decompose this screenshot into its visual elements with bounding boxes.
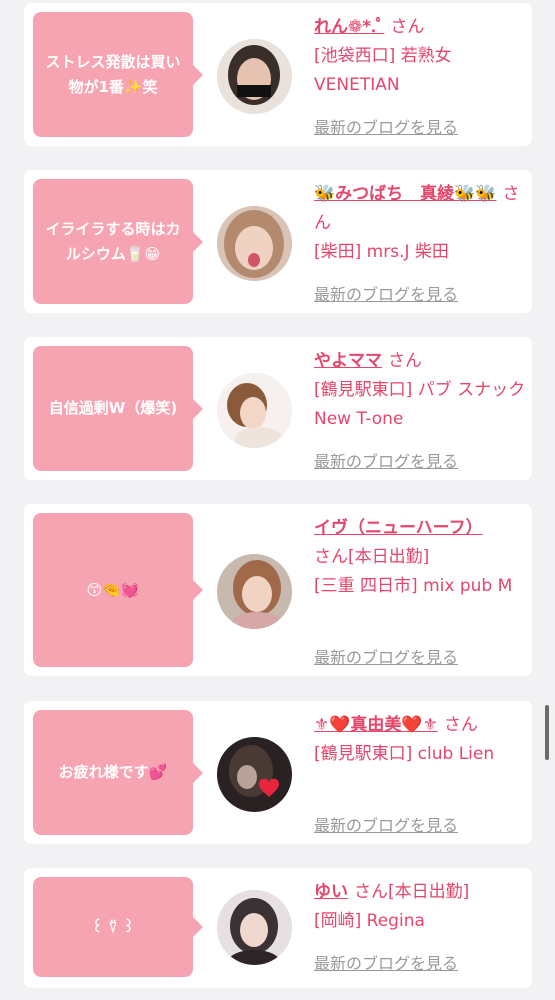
latest-blog-link[interactable]: 最新のブログを見る — [314, 644, 458, 668]
avatar-photo — [217, 890, 292, 965]
honorific: さん — [443, 715, 478, 735]
avatar-photo — [217, 373, 292, 448]
shop-name: [岡崎] Regina — [314, 911, 425, 931]
poster-name-link[interactable]: ⚜❤️真由美❤️⚜ — [314, 715, 438, 735]
poster-name-link[interactable]: ゆい — [314, 882, 348, 902]
post-message-bubble: イライラする時はカルシウム🥛😁 — [33, 179, 203, 304]
avatar-photo — [217, 206, 292, 281]
post-card: お疲れ様です💕 ⚜❤️真由美❤️⚜ さん [鶴見駅東口] club Lien 最新… — [24, 701, 532, 844]
avatar[interactable] — [217, 206, 292, 281]
post-card: 自信過剰W（爆笑) やよママ さん [鶴見駅東口] パブ スナック New T-o… — [24, 337, 532, 480]
shop-name: [柴田] mrs.J 柴田 — [314, 242, 449, 262]
post-info: ⚜❤️真由美❤️⚜ さん [鶴見駅東口] club Lien — [314, 711, 526, 769]
honorific: さん — [388, 351, 422, 371]
blog-feed: ストレス発散は買い物が1番✨笑 れん❁*.ﾟ さん [池袋西口] 若熟女VENET… — [0, 0, 555, 1000]
latest-blog-link[interactable]: 最新のブログを見る — [314, 950, 458, 974]
avatar[interactable] — [217, 737, 292, 812]
post-card: 😙🤏💓 イヴ（ニューハーフ） さん[本日出勤] [三重 四日市] mix pub… — [24, 504, 532, 676]
shop-name: [三重 四日市] mix pub M — [314, 576, 513, 596]
post-message-bubble: ストレス発散は買い物が1番✨笑 — [33, 12, 203, 137]
post-card: ꒰ ⍢ ꒱ ゆい さん[本日出勤] [岡崎] Regina 最新のブログを見る — [24, 868, 532, 988]
latest-blog-link[interactable]: 最新のブログを見る — [314, 812, 458, 836]
shop-name: [鶴見駅東口] パブ スナック New T-one — [314, 380, 526, 429]
shop-name: [鶴見駅東口] club Lien — [314, 744, 495, 764]
honorific: さん — [390, 17, 425, 37]
latest-blog-link[interactable]: 最新のブログを見る — [314, 448, 458, 472]
scrollbar-thumb[interactable] — [545, 705, 549, 760]
poster-name-link[interactable]: れん❁*.ﾟ — [314, 17, 384, 37]
post-info: ゆい さん[本日出勤] [岡崎] Regina — [314, 878, 526, 936]
avatar-photo — [217, 737, 292, 812]
post-info: れん❁*.ﾟ さん [池袋西口] 若熟女VENETIAN — [314, 13, 526, 100]
honorific: さん[本日出勤] — [354, 882, 470, 902]
post-card: ストレス発散は買い物が1番✨笑 れん❁*.ﾟ さん [池袋西口] 若熟女VENET… — [24, 3, 532, 146]
avatar[interactable] — [217, 890, 292, 965]
avatar[interactable] — [217, 373, 292, 448]
avatar-photo — [217, 39, 292, 114]
post-message-bubble: 自信過剰W（爆笑) — [33, 346, 203, 471]
post-card: イライラする時はカルシウム🥛😁 🐝みつばち 真綾🐝🐝 さん [柴田] mrs.J … — [24, 170, 532, 313]
latest-blog-link[interactable]: 最新のブログを見る — [314, 114, 458, 138]
post-info: やよママ さん [鶴見駅東口] パブ スナック New T-one — [314, 347, 526, 434]
post-info: イヴ（ニューハーフ） さん[本日出勤] [三重 四日市] mix pub M — [314, 514, 526, 601]
poster-name-link[interactable]: やよママ — [314, 351, 382, 371]
honorific: さん[本日出勤] — [314, 547, 430, 567]
avatar-photo — [217, 554, 292, 629]
post-info: 🐝みつばち 真綾🐝🐝 さん [柴田] mrs.J 柴田 — [314, 180, 526, 267]
shop-name: [池袋西口] 若熟女VENETIAN — [314, 46, 452, 95]
post-message-bubble: 😙🤏💓 — [33, 513, 203, 667]
latest-blog-link[interactable]: 最新のブログを見る — [314, 281, 458, 305]
post-message-bubble: お疲れ様です💕 — [33, 710, 203, 835]
post-message-bubble: ꒰ ⍢ ꒱ — [33, 877, 203, 977]
avatar[interactable] — [217, 39, 292, 114]
poster-name-link[interactable]: 🐝みつばち 真綾🐝🐝 — [314, 184, 497, 204]
avatar[interactable] — [217, 554, 292, 629]
poster-name-link[interactable]: イヴ（ニューハーフ） — [314, 518, 483, 538]
